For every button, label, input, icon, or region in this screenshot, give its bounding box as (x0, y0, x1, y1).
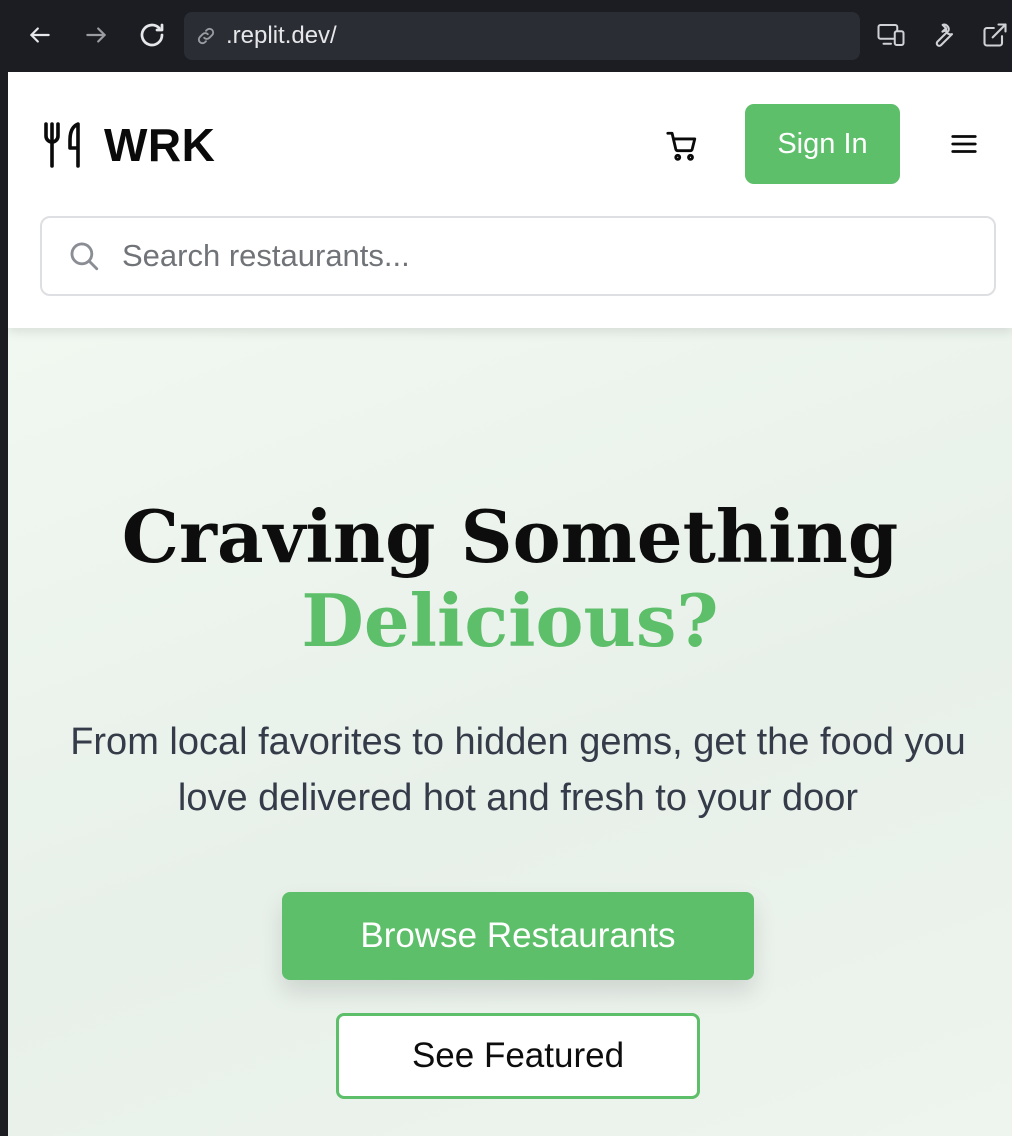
devices-icon (877, 24, 905, 46)
open-external-button[interactable] (978, 18, 1012, 52)
search-input[interactable] (122, 238, 922, 274)
see-featured-button[interactable]: See Featured (336, 1013, 700, 1099)
browse-restaurants-button[interactable]: Browse Restaurants (282, 892, 754, 980)
wrench-icon (935, 23, 954, 47)
cart-button[interactable] (662, 126, 702, 166)
hero-subtitle: From local favorites to hidden gems, get… (70, 721, 966, 819)
hamburger-icon (951, 135, 977, 153)
hero-title-accent: Delicious? (301, 578, 719, 663)
wrench-button[interactable] (926, 18, 960, 52)
devices-button[interactable] (874, 18, 908, 52)
forward-button[interactable] (78, 17, 114, 53)
search-box[interactable] (40, 216, 996, 296)
search-icon (64, 236, 104, 276)
address-bar[interactable]: .replit.dev/ (184, 12, 860, 60)
hero-title: Craving Something (121, 494, 899, 579)
cart-icon (666, 131, 697, 161)
logo-text: WRK (104, 119, 216, 171)
logo[interactable]: WRK (42, 118, 215, 172)
reload-icon (140, 23, 164, 47)
url-text: .replit.dev/ (226, 22, 337, 49)
sign-in-button[interactable]: Sign In (745, 104, 900, 184)
menu-button[interactable] (946, 126, 982, 162)
browser-toolbar: .replit.dev/ (0, 0, 1012, 72)
link-icon (192, 22, 220, 50)
arrow-right-icon (86, 27, 106, 43)
utensils-icon (42, 119, 88, 171)
page-viewport: WRK Sign In Craving Som (8, 72, 1012, 1136)
hero-section: Craving Something Delicious? From local … (8, 328, 1012, 1136)
arrow-left-icon (30, 27, 50, 43)
reload-button[interactable] (134, 17, 170, 53)
external-link-icon (983, 23, 1007, 47)
site-header: WRK Sign In (8, 72, 1012, 328)
back-button[interactable] (22, 17, 58, 53)
